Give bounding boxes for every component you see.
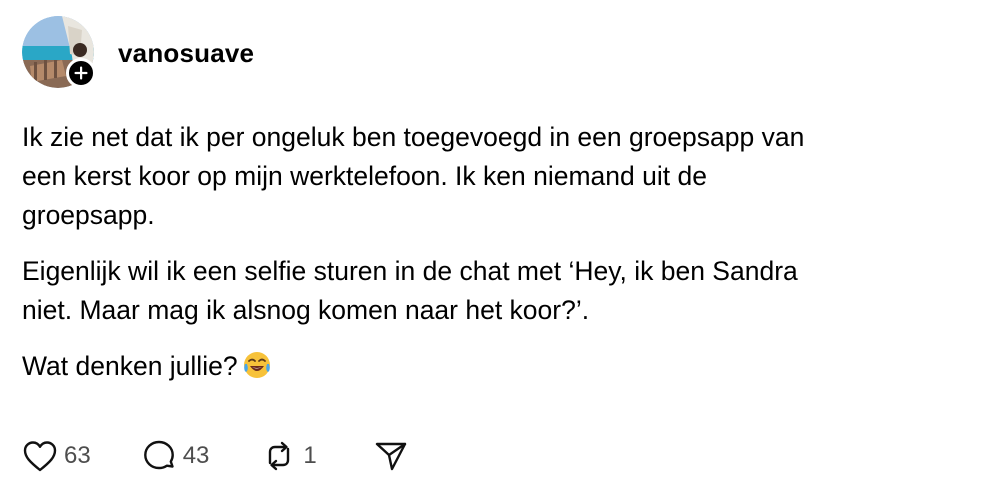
repost-count: 1 [303,442,317,469]
action-bar: 63 43 1 [22,436,409,476]
repost-button[interactable]: 1 [261,439,317,473]
follow-button[interactable] [66,58,96,88]
post-paragraph-1: Ik zie net dat ik per ongeluk ben toegev… [22,122,805,230]
reply-button[interactable]: 43 [141,439,210,473]
post-paragraph-3-text: Wat denken jullie? [22,351,238,381]
post-body: Ik zie net dat ik per ongeluk ben toegev… [22,118,952,403]
send-icon [375,442,406,471]
post-paragraph-2: Eigenlijk wil ik een selfie sturen in de… [22,256,798,325]
reply-count: 43 [182,442,210,469]
plus-icon [74,66,88,80]
post-paragraph-3: Wat denken jullie? [22,347,952,386]
repost-icon [269,441,290,471]
comment-icon [143,440,174,470]
username[interactable]: vanosuave [118,38,254,68]
share-button[interactable] [373,439,409,473]
like-button[interactable]: 63 [22,439,91,473]
post-card: vanosuave Ik zie net dat ik per ongeluk … [0,0,998,496]
like-count: 63 [64,442,91,469]
avatar-container[interactable] [22,16,96,88]
face-with-tears-of-joy-icon [243,352,270,378]
heart-icon [23,441,57,472]
